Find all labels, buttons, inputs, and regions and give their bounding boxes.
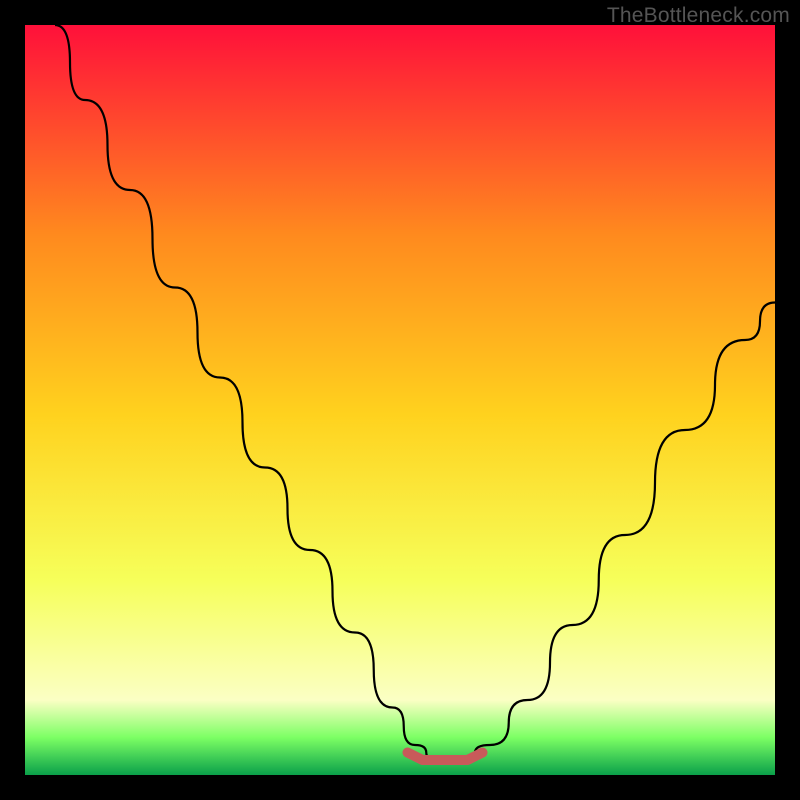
chart-container: TheBottleneck.com <box>0 0 800 800</box>
bottleneck-curve <box>55 25 775 760</box>
plot-curve-layer <box>25 25 775 775</box>
watermark-text: TheBottleneck.com <box>607 4 790 28</box>
match-band-marker <box>408 753 483 761</box>
